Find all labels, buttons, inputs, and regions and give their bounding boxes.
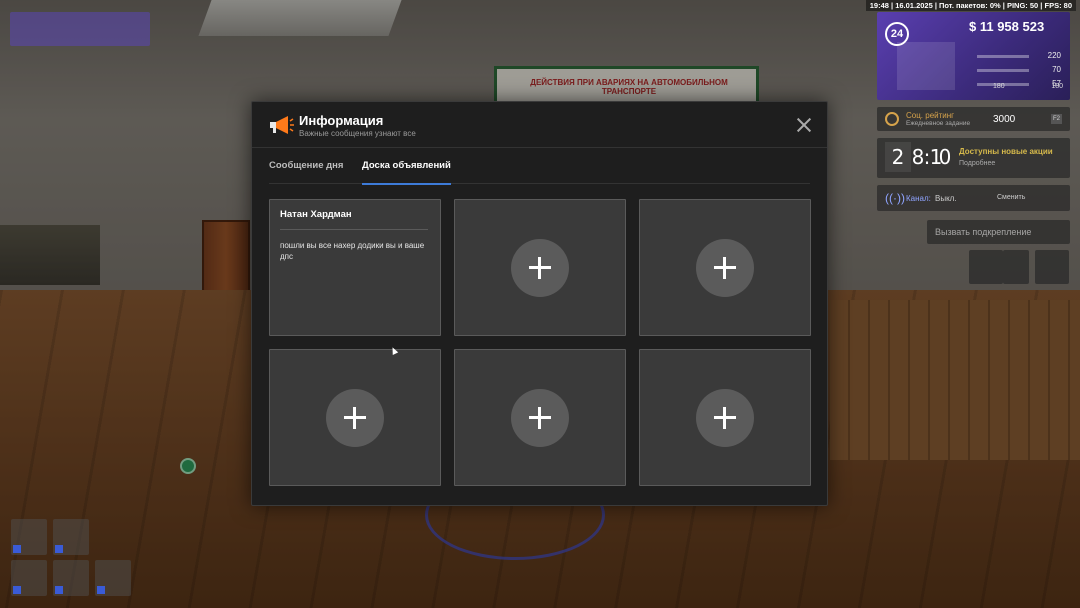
card-message: пошли вы все нахер додики вы и ваше дпс [280, 241, 425, 261]
modal-tabs: Сообщение дня Доска объявлений [269, 160, 810, 185]
rating-sub: Ежедневное задание [906, 120, 971, 127]
add-announcement-button[interactable] [696, 239, 754, 297]
calendar-icon[interactable] [969, 250, 1003, 284]
close-icon[interactable] [795, 116, 813, 134]
channel-label: Канал: [906, 194, 931, 203]
radio-icon: ((·)) [885, 191, 905, 205]
tab-bulletin-board[interactable]: Доска объявлений [362, 160, 451, 185]
server-banner [10, 12, 150, 46]
modal-subtitle: Важные сообщения узнают все [299, 129, 416, 138]
promo-timer-panel[interactable]: 2 8 : 1 0 Доступны новые акции Подробнее [877, 138, 1070, 178]
add-announcement-button[interactable] [511, 239, 569, 297]
call-backup-button[interactable]: Вызвать подкрепление [927, 220, 1070, 244]
hud-stat-armor: 70 [977, 65, 1061, 75]
promo-more-link[interactable]: Подробнее [959, 160, 995, 167]
promo-text: Доступны новые акции [959, 147, 1053, 156]
modal-header: Информация Важные сообщения узнают все [252, 102, 827, 148]
information-modal: Информация Важные сообщения узнают все С… [251, 101, 828, 506]
empty-bulletin-card [639, 199, 811, 336]
empty-bulletin-card [269, 349, 441, 486]
add-announcement-button[interactable] [511, 389, 569, 447]
inventory-slot[interactable] [11, 519, 47, 555]
hud-bottom-stats: 180 180 [993, 83, 1063, 90]
card-author: Натан Хардман [280, 209, 352, 220]
player-hud-card: 24 $ 11 958 523 220 70 57 180 180 [877, 12, 1070, 100]
hud-stat-health: 220 [977, 51, 1061, 61]
inventory-slot[interactable] [95, 560, 131, 596]
megaphone-icon [270, 116, 294, 134]
rating-value: 3000 [993, 114, 1016, 125]
channel-switch[interactable]: Сменить [997, 194, 1025, 201]
add-announcement-button[interactable] [326, 389, 384, 447]
modal-title: Информация [299, 113, 384, 128]
money-display: $ 11 958 523 [969, 19, 1045, 34]
inventory-slot[interactable] [53, 519, 89, 555]
inventory-slot[interactable] [11, 560, 47, 596]
rating-hotkey: F2 [1051, 114, 1062, 124]
hotkey-icon[interactable] [1003, 250, 1029, 284]
empty-bulletin-card [639, 349, 811, 486]
notification-bell-icon[interactable] [1035, 250, 1069, 284]
status-bar: 19:48 | 16.01.2025 | Пот. пакетов: 0% | … [865, 0, 1076, 11]
bulletin-card[interactable]: Натан Хардман пошли вы все нахер додики … [269, 199, 441, 336]
empty-bulletin-card [454, 199, 626, 336]
timer-digit: 0 [938, 145, 952, 169]
tab-message-of-day[interactable]: Сообщение дня [269, 160, 343, 184]
call-backup-label: Вызвать подкрепление [935, 227, 1032, 237]
rating-icon [885, 112, 899, 126]
rating-label: Соц. рейтинг [906, 111, 955, 120]
add-announcement-button[interactable] [696, 389, 754, 447]
inventory-slot[interactable] [53, 560, 89, 596]
empty-bulletin-card [454, 349, 626, 486]
channel-state: Выкл. [935, 194, 957, 203]
social-rating-panel[interactable]: Соц. рейтинг Ежедневное задание 3000 F2 [877, 107, 1070, 131]
card-divider [280, 229, 428, 230]
radio-channel-panel[interactable]: ((·)) Канал: Выкл. Сменить [877, 185, 1070, 211]
